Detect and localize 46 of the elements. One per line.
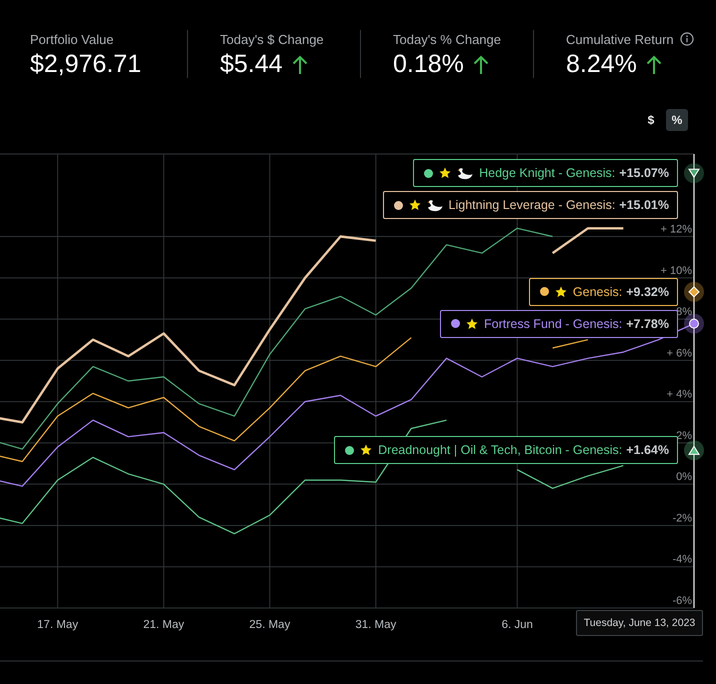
axis-label: -2% — [672, 512, 692, 524]
stat-value: $5.44 — [220, 50, 283, 79]
series-label: Hedge Knight - Genesis: — [479, 166, 616, 180]
star-icon — [466, 318, 478, 330]
axis-label: + 10% — [660, 264, 692, 277]
stat-label: Today's % Change — [393, 32, 501, 46]
axis-label: 2% — [676, 430, 692, 442]
axis-label: 0% — [676, 471, 692, 484]
info-icon[interactable] — [680, 32, 694, 46]
legend-dot-icon — [424, 168, 434, 178]
unit-toggle[interactable]: % — [666, 109, 688, 131]
star-icon — [360, 444, 372, 456]
series-value: +15.07% — [619, 166, 669, 180]
axis-label: 25. May — [249, 619, 290, 631]
star-icon — [408, 199, 421, 212]
series-value: +1.64% — [626, 443, 669, 458]
series-value: +15.01% — [619, 198, 669, 212]
axis-label: + 6% — [666, 347, 692, 360]
stat-value: 8.24% — [566, 50, 637, 79]
series-label: Lightning Leverage - Genesis: — [448, 198, 616, 212]
axis-label: + 12% — [660, 224, 692, 236]
series-label: Dreadnought | Oil & Tech, Bitcoin - Genesis: — [378, 443, 622, 458]
stat-value: 0.18% — [393, 50, 464, 79]
axis-label: 6. Jun — [502, 619, 533, 631]
axis-label: + 4% — [666, 388, 692, 401]
axis-label: -6% — [672, 595, 692, 607]
legend-dot-icon — [394, 200, 403, 210]
axis-label: 21. May — [143, 619, 184, 631]
axis-label: 17. May — [37, 619, 78, 631]
series-label: Fortress Fund - Genesis: — [484, 316, 622, 331]
series-value: +7.78% — [626, 316, 669, 331]
legend-dot-icon — [451, 319, 460, 328]
star-icon — [439, 167, 452, 180]
series-value: +9.32% — [626, 284, 669, 299]
axis-label: -4% — [672, 554, 692, 566]
legend-dot-icon — [345, 446, 354, 455]
star-icon — [554, 286, 567, 298]
stat-value: $2,976.71 — [30, 50, 142, 79]
unit-toggle[interactable]: $ — [640, 109, 662, 131]
stat-label: Cumulative Return — [566, 32, 674, 46]
date-tooltip: Tuesday, June 13, 2023 — [576, 610, 703, 636]
stat-label: Today's $ Change — [220, 32, 324, 46]
stat-label: Portfolio Value — [30, 32, 114, 46]
axis-label: 31. May — [355, 619, 396, 631]
series-label: Genesis: — [572, 284, 622, 299]
legend-dot-icon — [540, 287, 549, 296]
